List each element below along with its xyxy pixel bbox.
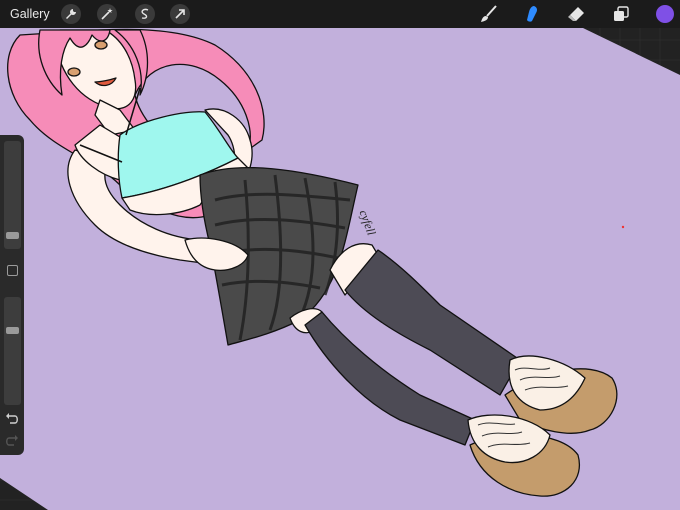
brush-size-slider[interactable] [4,141,21,249]
magic-wand-icon[interactable] [97,4,117,24]
drawing-canvas[interactable]: cyfell [0,0,680,510]
selection-icon[interactable] [135,4,155,24]
brush-icon[interactable] [479,5,499,23]
left-eye [67,67,81,77]
gallery-button[interactable]: Gallery [10,7,50,21]
redo-icon[interactable] [5,435,19,447]
top-toolbar: Gallery [0,0,680,28]
modify-button[interactable] [7,265,18,276]
right-eye [94,40,108,50]
opacity-thumb[interactable] [6,327,19,335]
transform-arrow-icon[interactable] [170,4,190,24]
stray-dot [621,225,625,229]
left-sidebar [0,135,24,455]
opacity-slider[interactable] [4,297,21,405]
eraser-icon[interactable] [566,5,586,23]
wrench-icon[interactable] [61,4,81,24]
color-picker-button[interactable] [656,5,674,23]
brush-size-thumb[interactable] [6,231,19,239]
smudge-icon[interactable] [522,5,542,23]
undo-icon[interactable] [5,413,19,425]
layers-icon[interactable] [611,5,631,23]
